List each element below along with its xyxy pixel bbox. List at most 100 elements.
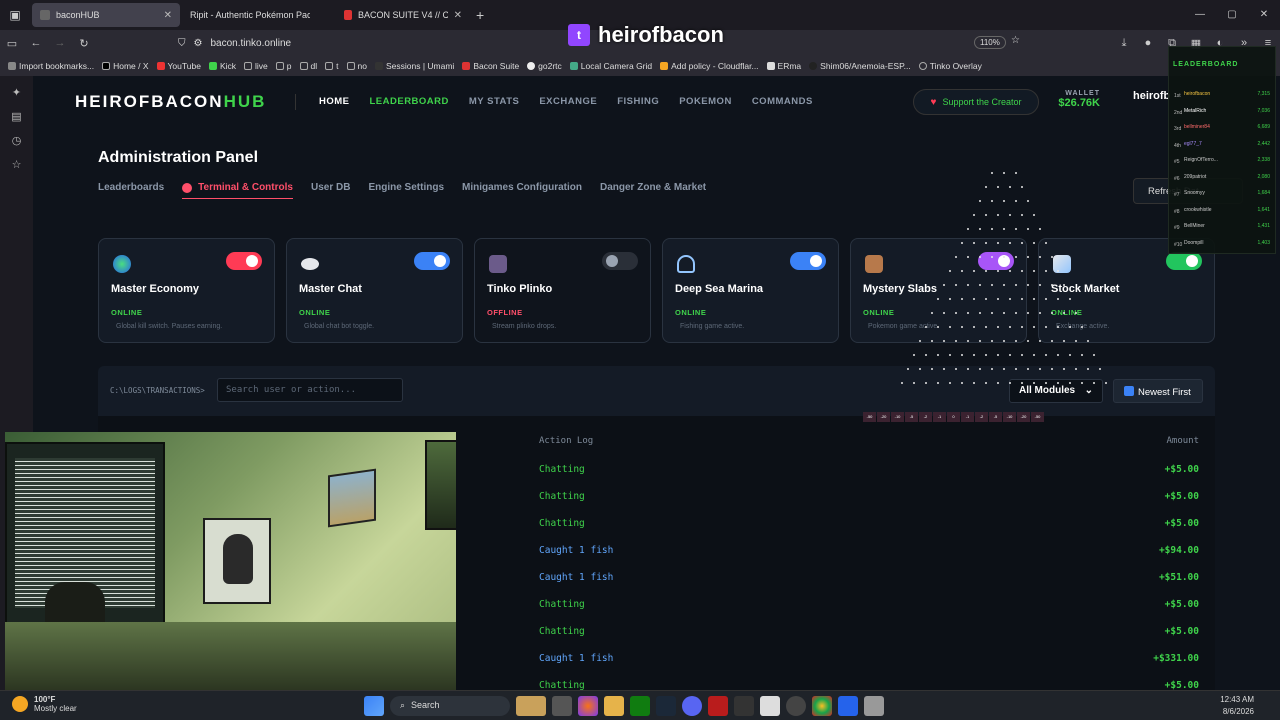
sidebar-toggle-icon[interactable]: ▭	[0, 37, 24, 50]
fishing-toggle[interactable]	[790, 252, 826, 270]
support-creator-button[interactable]: ♥ Support the Creator	[913, 89, 1039, 115]
module-status: ONLINE	[1051, 308, 1083, 317]
nav-pokemon[interactable]: POKEMON	[679, 96, 732, 107]
weather-widget[interactable]: 100°F Mostly clear	[12, 695, 77, 713]
bookmark-folder[interactable]: p	[275, 61, 292, 71]
leaderboard-row: 1st heirofbacon 7,315	[1174, 91, 1274, 107]
bookmark-item[interactable]: Tinko Overlay	[918, 61, 982, 71]
vscode-icon[interactable]	[838, 696, 858, 716]
steam-icon[interactable]	[656, 696, 676, 716]
bookmark-item[interactable]: Home / X	[102, 61, 149, 71]
plinko-peg	[1069, 354, 1071, 356]
bookmark-item[interactable]: Local Camera Grid	[569, 61, 652, 71]
column-header-action: Action Log	[539, 436, 594, 446]
bookmark-folder[interactable]: dl	[299, 61, 317, 71]
arcade-icon	[489, 255, 507, 273]
wallet-display: WALLET $26.76K	[1056, 90, 1100, 109]
bookmark-star-icon[interactable]: ☆	[1011, 35, 1020, 46]
system-clock[interactable]: 12:43 AM 8/6/2026	[1220, 694, 1254, 718]
user-menu[interactable]: heirofb	[1133, 90, 1170, 102]
tab-user-db[interactable]: User DB	[311, 182, 350, 199]
widgets-icon[interactable]	[516, 696, 546, 716]
close-tab-icon[interactable]: ✕	[454, 10, 462, 21]
tab-baconhub[interactable]: baconHUB ✕	[32, 3, 180, 27]
tab-minigames-config[interactable]: Minigames Configuration	[462, 182, 582, 199]
nav-commands[interactable]: COMMANDS	[752, 96, 813, 107]
firefox-icon[interactable]	[578, 696, 598, 716]
leaderboard-score: 1,431	[1257, 223, 1270, 229]
site-logo[interactable]: HEIROFBACONHUB	[75, 92, 266, 112]
bookmark-item[interactable]: Bacon Suite	[462, 61, 519, 71]
new-tab-icon[interactable]: +	[476, 7, 484, 23]
bookmark-item[interactable]: ERma	[766, 61, 801, 71]
discord-icon[interactable]	[682, 696, 702, 716]
bookmark-item[interactable]: go2rtc	[527, 61, 562, 71]
bookmark-item[interactable]: Import bookmarks...	[8, 61, 94, 71]
tab-engine-settings[interactable]: Engine Settings	[368, 182, 444, 199]
close-tab-icon[interactable]: ✕	[164, 10, 172, 21]
nav-leaderboard[interactable]: LEADERBOARD	[370, 96, 449, 107]
close-window-icon[interactable]: ✕	[1248, 0, 1280, 30]
module-status: ONLINE	[675, 308, 707, 317]
back-icon[interactable]: ←	[24, 37, 48, 49]
terminal-icon[interactable]	[734, 696, 754, 716]
forward-icon[interactable]: →	[48, 37, 72, 49]
bookmark-item[interactable]: Sessions | Umami	[374, 61, 454, 71]
tab-bacon-suite[interactable]: BACON SUITE V4 // COMMAND ✕	[336, 3, 470, 27]
leaderboard-name: bellminer84	[1184, 124, 1210, 130]
obs-icon[interactable]	[786, 696, 806, 716]
plinko-peg	[1003, 200, 1005, 202]
module-filter-select[interactable]: All Modules ⌄	[1009, 379, 1103, 403]
module-desc: Pokemon game active.	[868, 323, 940, 330]
log-search-input[interactable]: Search user or action...	[217, 378, 403, 402]
module-desc: Fishing game active.	[680, 323, 745, 330]
history-icon[interactable]: ◷	[0, 134, 33, 148]
economy-toggle[interactable]	[226, 252, 262, 270]
tab-ripit[interactable]: Ripit - Authentic Pokémon Pack Op...	[182, 3, 334, 27]
tab-leaderboards[interactable]: Leaderboards	[98, 182, 164, 199]
nav-home[interactable]: HOME	[319, 96, 350, 107]
bookmarks-icon[interactable]: ☆	[0, 158, 33, 172]
plinko-peg	[979, 228, 981, 230]
file-explorer-icon[interactable]	[604, 696, 624, 716]
tab-terminal-controls[interactable]: Terminal & Controls	[182, 182, 293, 199]
bookmark-item[interactable]: Add policy - Cloudflar...	[660, 61, 759, 71]
plinko-slot: -1	[933, 412, 946, 422]
tab-list-icon[interactable]: ▣	[0, 0, 30, 30]
taskbar-search[interactable]: ⌕ Search	[390, 696, 510, 716]
xbox-icon[interactable]	[630, 696, 650, 716]
leaderboard-name: crookwhistle	[1184, 206, 1212, 213]
sort-newest-button[interactable]: Newest First	[1113, 379, 1203, 403]
zoom-indicator[interactable]: 110%	[974, 36, 1006, 49]
nav-exchange[interactable]: EXCHANGE	[539, 96, 597, 107]
bookmark-folder[interactable]: t	[325, 61, 339, 71]
nav-fishing[interactable]: FISHING	[617, 96, 659, 107]
app-icon[interactable]	[708, 696, 728, 716]
plinko-peg	[991, 200, 993, 202]
plinko-toggle[interactable]	[602, 252, 638, 270]
account-icon[interactable]: ●	[1136, 37, 1160, 49]
tab-danger-zone[interactable]: Danger Zone & Market	[600, 182, 706, 199]
task-view-icon[interactable]	[552, 696, 572, 716]
chrome-icon[interactable]	[812, 696, 832, 716]
page-title: Administration Panel	[98, 149, 259, 166]
reload-icon[interactable]: ↻	[72, 37, 96, 50]
ai-chat-icon[interactable]: ✦	[0, 86, 33, 100]
synced-tabs-icon[interactable]: ▤	[0, 110, 33, 124]
plinko-peg	[997, 214, 999, 216]
bookmark-folder[interactable]: live	[244, 61, 268, 71]
start-icon[interactable]	[364, 696, 384, 716]
slabs-toggle[interactable]	[978, 252, 1014, 270]
bookmark-item[interactable]: Shim06/Anemoia-ESP...	[809, 61, 911, 71]
bookmark-item[interactable]: Kick	[208, 61, 236, 71]
leaderboard-row: #9 BellMiner 1,431	[1174, 223, 1274, 239]
bookmark-folder[interactable]: no	[346, 61, 367, 71]
download-icon[interactable]: ⤓	[1112, 37, 1136, 50]
app-icon[interactable]	[760, 696, 780, 716]
maximize-icon[interactable]: ▢	[1216, 0, 1248, 30]
nav-my-stats[interactable]: MY STATS	[469, 96, 519, 107]
chat-toggle[interactable]	[414, 252, 450, 270]
minimize-icon[interactable]: —	[1184, 0, 1216, 30]
bookmark-item[interactable]: YouTube	[156, 61, 201, 71]
app-icon[interactable]	[864, 696, 884, 716]
